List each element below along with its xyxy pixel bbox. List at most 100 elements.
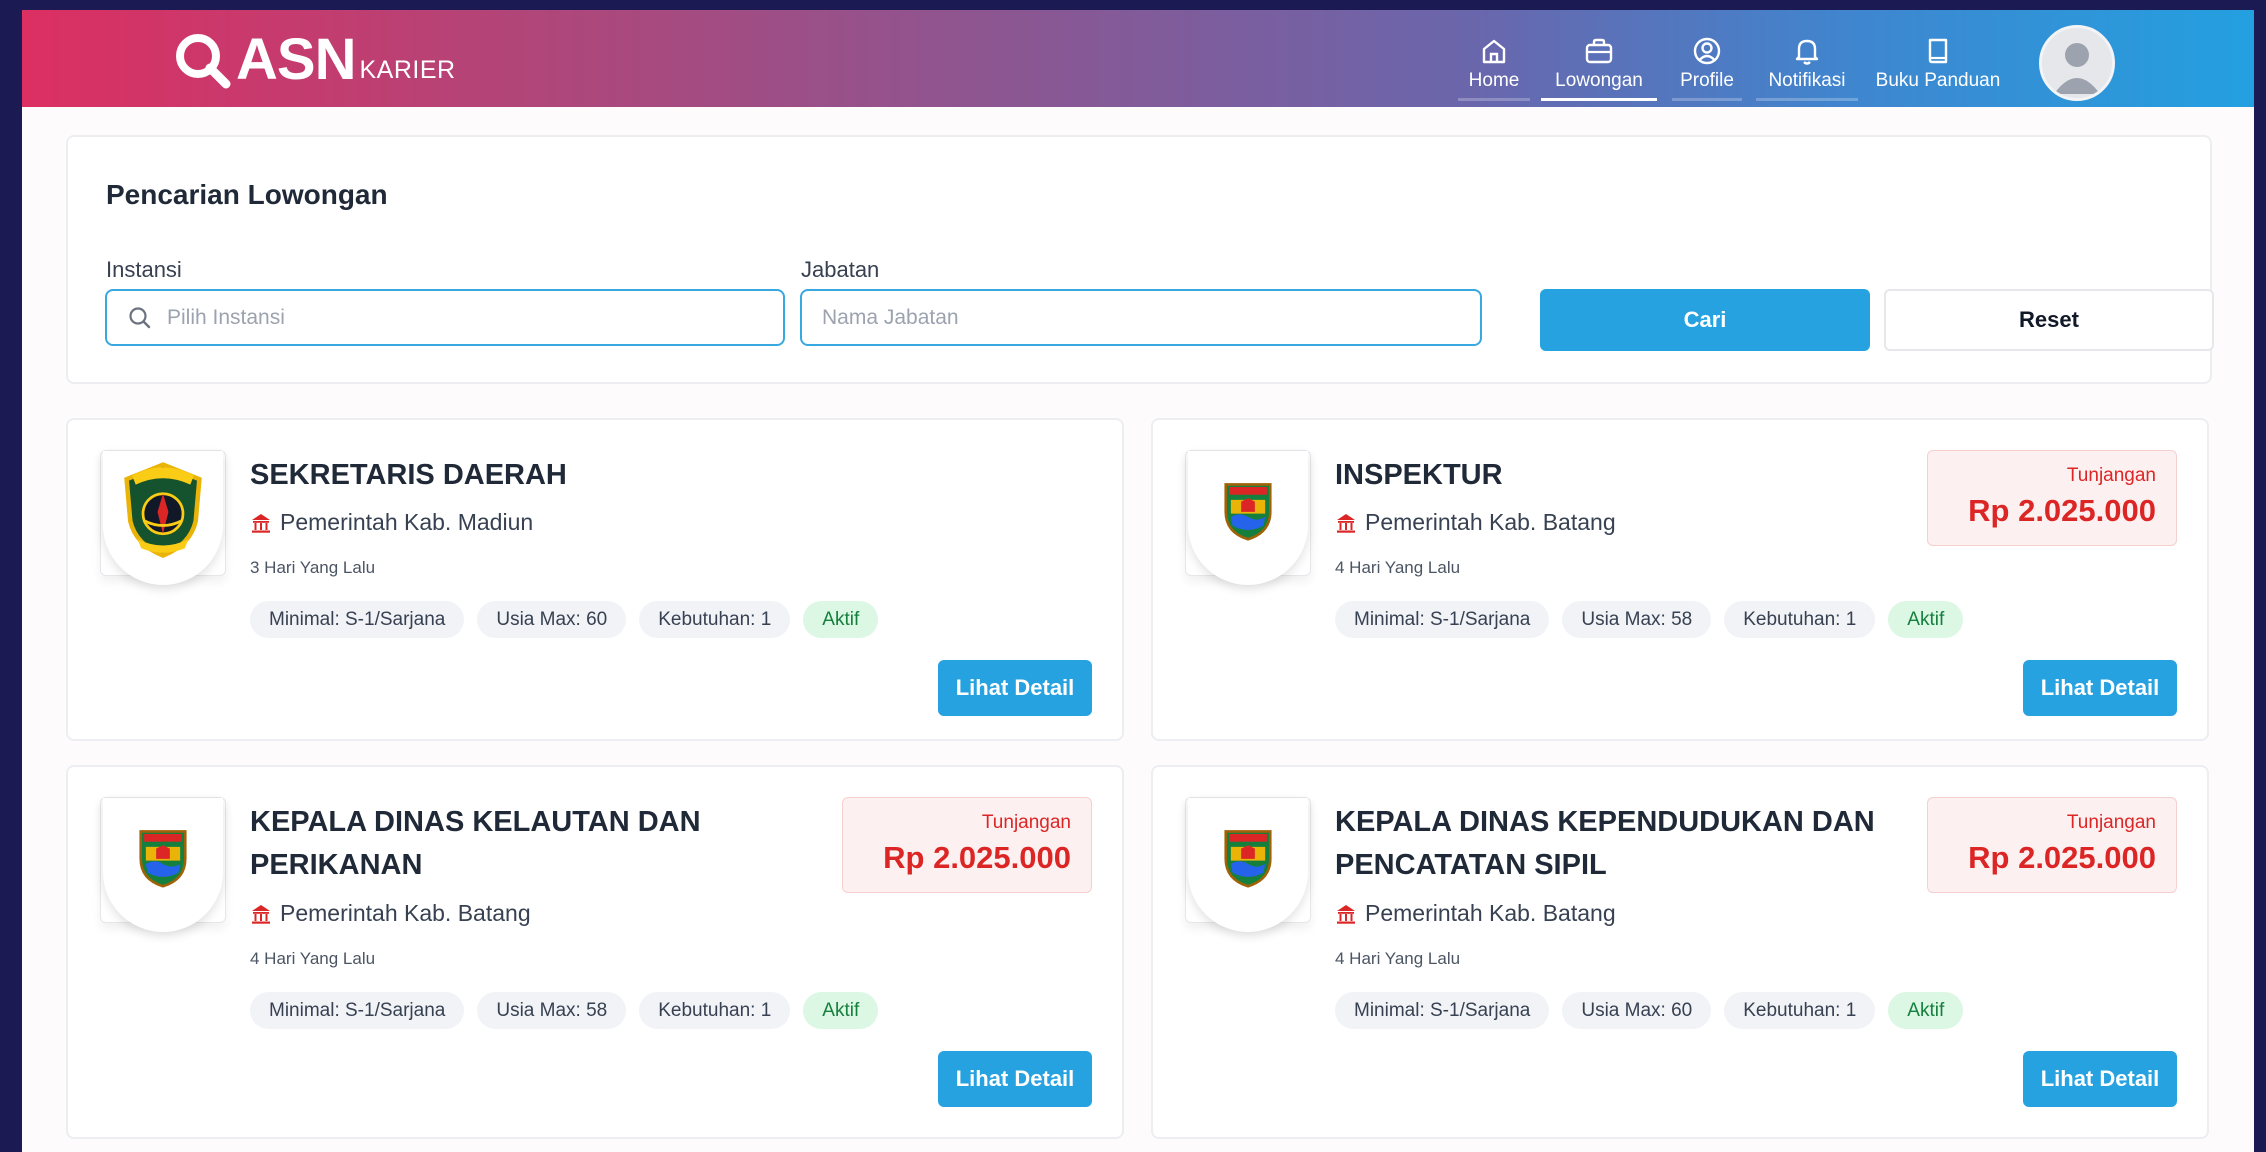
allowance-amount: Rp 2.025.000	[1968, 493, 2156, 528]
job-institution-name: Pemerintah Kab. Batang	[1365, 900, 1616, 926]
view-detail-button[interactable]: Lihat Detail	[938, 660, 1092, 716]
institution-logo	[100, 450, 226, 585]
age-tag: Usia Max: 60	[1562, 992, 1712, 1029]
allowance-label: Tunjangan	[981, 812, 1071, 833]
job-card: SEKRETARIS DAERAH Pemerintah Kab. Madiun…	[66, 418, 1124, 741]
age-tag: Usia Max: 58	[477, 992, 627, 1029]
allowance-box: Tunjangan Rp 2.025.000	[1927, 797, 2177, 893]
instansi-select[interactable]: Pilih Instansi	[105, 289, 785, 346]
job-title-line-1: KEPALA DINAS KEPENDUDUKAN DAN	[1335, 806, 1875, 838]
job-tags: Minimal: S-1/Sarjana Usia Max: 60 Kebutu…	[1335, 992, 1964, 1029]
job-title[interactable]: KEPALA DINAS KEPENDUDUKAN DAN PENCATATAN…	[1335, 801, 1895, 887]
book-icon	[1921, 34, 1955, 68]
briefcase-icon	[1582, 34, 1616, 68]
job-tags: Minimal: S-1/Sarjana Usia Max: 58 Kebutu…	[1335, 601, 1964, 638]
madiun-seal-icon	[124, 462, 202, 558]
bank-icon	[1335, 512, 1357, 534]
institution-logo	[1185, 797, 1311, 932]
institution-logo	[100, 797, 226, 932]
job-title-line-1: SEKRETARIS DAERAH	[250, 459, 567, 491]
job-institution: Pemerintah Kab. Batang	[1335, 509, 1616, 536]
job-title-line-2: PERIKANAN	[250, 849, 423, 881]
job-institution-name: Pemerintah Kab. Madiun	[280, 509, 534, 535]
bell-icon	[1790, 34, 1824, 68]
need-tag: Kebutuhan: 1	[1724, 992, 1876, 1029]
bank-icon	[1335, 903, 1357, 925]
view-detail-button[interactable]: Lihat Detail	[938, 1051, 1092, 1107]
batang-seal-icon	[1224, 483, 1272, 541]
nav-notifikasi[interactable]: Notifikasi	[1756, 10, 1858, 107]
education-tag: Minimal: S-1/Sarjana	[250, 992, 465, 1029]
magnifier-logo-icon	[172, 30, 232, 90]
job-title[interactable]: KEPALA DINAS KELAUTAN DAN PERIKANAN	[250, 801, 810, 887]
posted-time: 4 Hari Yang Lalu	[1335, 558, 1461, 577]
logo-text-karier: KARIER	[359, 55, 456, 84]
nav-profile-underline	[1672, 98, 1742, 101]
status-badge: Aktif	[1888, 992, 1964, 1029]
user-circle-icon	[1690, 34, 1724, 68]
nav-buku-panduan[interactable]: Buku Panduan	[1873, 10, 2003, 107]
job-tags: Minimal: S-1/Sarjana Usia Max: 58 Kebutu…	[250, 992, 879, 1029]
nav-buku-panduan-label: Buku Panduan	[1875, 70, 2001, 91]
need-tag: Kebutuhan: 1	[639, 992, 791, 1029]
reset-button[interactable]: Reset	[1884, 289, 2214, 351]
job-title[interactable]: SEKRETARIS DAERAH	[250, 454, 810, 497]
education-tag: Minimal: S-1/Sarjana	[250, 601, 465, 638]
instansi-placeholder: Pilih Instansi	[167, 305, 285, 329]
posted-time: 3 Hari Yang Lalu	[250, 558, 376, 577]
institution-logo	[1185, 450, 1311, 585]
job-title-line-1: KEPALA DINAS KELAUTAN DAN	[250, 806, 701, 838]
search-icon	[127, 305, 153, 331]
status-badge: Aktif	[1888, 601, 1964, 638]
nav-home[interactable]: Home	[1458, 10, 1530, 107]
nav-notifikasi-label: Notifikasi	[1768, 70, 1846, 91]
logo-badge	[103, 451, 223, 585]
education-tag: Minimal: S-1/Sarjana	[1335, 601, 1550, 638]
job-title-line-1: INSPEKTUR	[1335, 459, 1503, 491]
default-user-icon	[2042, 28, 2112, 98]
job-card: KEPALA DINAS KELAUTAN DAN PERIKANAN Peme…	[66, 765, 1124, 1139]
allowance-amount: Rp 2.025.000	[883, 840, 1071, 875]
job-title-line-2: PENCATATAN SIPIL	[1335, 849, 1607, 881]
need-tag: Kebutuhan: 1	[639, 601, 791, 638]
allowance-label: Tunjangan	[2066, 465, 2156, 486]
search-button[interactable]: Cari	[1540, 289, 1870, 351]
app-frame: ASN KARIER Home Lowongan Profile Notifik…	[22, 10, 2254, 1152]
job-institution: Pemerintah Kab. Batang	[250, 900, 531, 927]
allowance-amount: Rp 2.025.000	[1968, 840, 2156, 875]
age-tag: Usia Max: 60	[477, 601, 627, 638]
search-title: Pencarian Lowongan	[106, 179, 388, 210]
nav-home-underline	[1458, 98, 1530, 101]
job-card: INSPEKTUR Pemerintah Kab. Batang 4 Hari …	[1151, 418, 2209, 741]
batang-seal-icon	[1224, 830, 1272, 888]
nav-profile-label: Profile	[1680, 70, 1734, 91]
search-panel: Pencarian Lowongan Instansi Pilih Instan…	[66, 135, 2214, 384]
logo-badge	[1188, 798, 1308, 932]
status-badge: Aktif	[803, 992, 879, 1029]
view-detail-button[interactable]: Lihat Detail	[2023, 660, 2177, 716]
bank-icon	[250, 512, 272, 534]
view-detail-button[interactable]: Lihat Detail	[2023, 1051, 2177, 1107]
jabatan-placeholder: Nama Jabatan	[822, 305, 959, 329]
nav-profile[interactable]: Profile	[1672, 10, 1742, 107]
user-avatar[interactable]	[2039, 25, 2115, 101]
allowance-box: Tunjangan Rp 2.025.000	[842, 797, 1092, 893]
batang-seal-icon	[139, 830, 187, 888]
job-institution-name: Pemerintah Kab. Batang	[1365, 509, 1616, 535]
jabatan-input[interactable]: Nama Jabatan	[800, 289, 1482, 346]
job-institution: Pemerintah Kab. Batang	[1335, 900, 1616, 927]
age-tag: Usia Max: 58	[1562, 601, 1712, 638]
top-navbar: ASN KARIER Home Lowongan Profile Notifik…	[22, 10, 2254, 107]
jabatan-label: Jabatan	[801, 257, 880, 282]
logo-badge	[1188, 451, 1308, 585]
job-title[interactable]: INSPEKTUR	[1335, 454, 1895, 497]
asn-karier-logo[interactable]: ASN KARIER	[172, 28, 456, 92]
instansi-label: Instansi	[106, 257, 182, 282]
nav-lowongan[interactable]: Lowongan	[1541, 10, 1657, 107]
allowance-label: Tunjangan	[2066, 812, 2156, 833]
home-icon	[1477, 34, 1511, 68]
need-tag: Kebutuhan: 1	[1724, 601, 1876, 638]
logo-text-asn: ASN	[236, 27, 356, 92]
bank-icon	[250, 903, 272, 925]
allowance-box: Tunjangan Rp 2.025.000	[1927, 450, 2177, 546]
